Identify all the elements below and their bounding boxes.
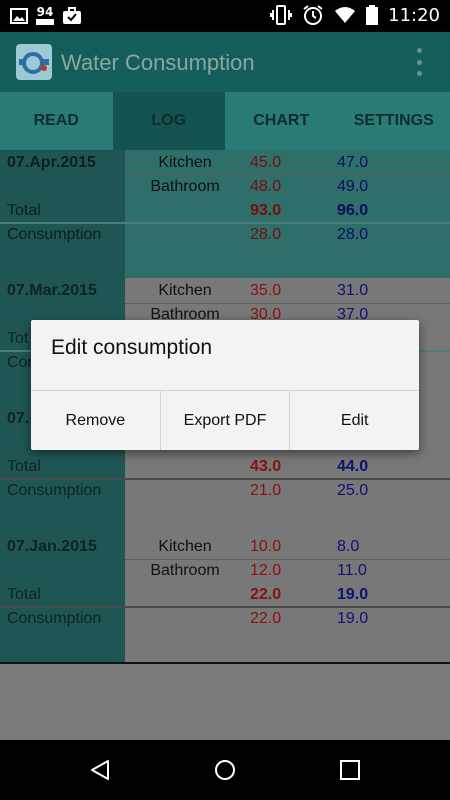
remove-button[interactable]: Remove: [31, 391, 161, 450]
tab-bar: READ LOG CHART SETTINGS: [0, 92, 450, 150]
consumption-value-red: 21.0: [250, 482, 282, 499]
total-value-red: 43.0: [250, 458, 282, 475]
total-value-red: 22.0: [250, 586, 282, 603]
meter-value-blue: 11.0: [337, 562, 367, 579]
total-label: Total: [7, 586, 41, 603]
meter-value-blue: 47.0: [337, 154, 369, 171]
tab-chart[interactable]: CHART: [225, 92, 338, 150]
table-row: 07.Apr.2015 Kitchen 45.0 47.0: [0, 152, 450, 176]
total-label: Total: [7, 202, 41, 219]
consumption-value-blue: 19.0: [337, 610, 369, 627]
table-row: 07.Jan.2015 Kitchen 10.0 8.0: [0, 536, 450, 560]
alarm-icon: [303, 5, 323, 25]
total-value-blue: 96.0: [337, 202, 369, 219]
meter-value-red: 45.0: [250, 154, 282, 171]
table-row: Bathroom 12.0 11.0: [0, 560, 450, 584]
dialog-buttons: Remove Export PDF Edit: [31, 391, 419, 450]
entry-date: 07.Mar.2015: [7, 282, 97, 299]
consumption-row: Consumption 22.0 19.0: [0, 608, 450, 632]
total-row: Total 43.0 44.0: [0, 456, 450, 480]
tab-read[interactable]: READ: [0, 92, 113, 150]
briefcase-icon: [63, 6, 81, 24]
total-value-blue: 19.0: [337, 586, 369, 603]
meter-value-blue: 49.0: [337, 178, 369, 195]
meter-location: Bathroom: [150, 562, 220, 579]
meter-value-blue: 31.0: [337, 282, 369, 299]
status-bar: 94 11:20: [0, 0, 450, 32]
recents-icon[interactable]: [338, 758, 362, 782]
status-left: 94: [10, 6, 82, 25]
total-label: Tot: [7, 330, 29, 347]
water-meter-icon: [16, 44, 52, 80]
total-row: Total 22.0 19.0: [0, 584, 450, 608]
status-time: 11:20: [388, 4, 440, 26]
log-entry[interactable]: 07.Jan.2015 Kitchen 10.0 8.0 Bathroom 12…: [0, 534, 450, 664]
meter-value-blue: 8.0: [337, 538, 360, 555]
meter-value-red: 12.0: [250, 562, 282, 579]
status-right: 11:20: [270, 4, 440, 26]
table-row: Bathroom 48.0 49.0: [0, 176, 450, 200]
battery-saver-icon: 94: [36, 6, 54, 25]
consumption-value-blue: 25.0: [337, 482, 369, 499]
consumption-value-red: 28.0: [250, 226, 282, 243]
tab-log[interactable]: LOG: [112, 92, 225, 150]
back-icon[interactable]: [88, 758, 112, 782]
navigation-bar: [0, 740, 450, 800]
entry-date: 07.Apr.2015: [7, 154, 96, 171]
battery-icon: [366, 5, 379, 25]
entry-date: 07.Jan.2015: [7, 538, 97, 555]
app-title: Water Consumption: [61, 50, 255, 75]
meter-location: Kitchen: [158, 538, 212, 555]
consumption-value-red: 22.0: [250, 610, 282, 627]
edit-button[interactable]: Edit: [290, 391, 419, 450]
dialog-title: Edit consumption: [51, 336, 213, 359]
vibrate-icon: [270, 5, 293, 25]
meter-value-red: 35.0: [250, 282, 282, 299]
consumption-label: Consumption: [7, 226, 102, 243]
consumption-row: Consumption 28.0 28.0: [0, 224, 450, 248]
notification-badge: 94: [36, 5, 54, 19]
meter-location: Kitchen: [158, 154, 212, 171]
total-label: Total: [7, 458, 41, 475]
image-icon: [10, 7, 28, 24]
total-value-blue: 44.0: [337, 458, 369, 475]
wifi-icon: [335, 7, 356, 23]
total-row: Total 93.0 96.0: [0, 200, 450, 224]
table-row: 07.Mar.2015 Kitchen 35.0 31.0: [0, 280, 450, 304]
consumption-value-blue: 28.0: [337, 226, 369, 243]
overflow-menu-icon[interactable]: [416, 48, 422, 76]
consumption-row: Consumption 21.0 25.0: [0, 480, 450, 504]
log-entry[interactable]: 07.Apr.2015 Kitchen 45.0 47.0 Bathroom 4…: [0, 150, 450, 280]
export-pdf-button[interactable]: Export PDF: [161, 391, 291, 450]
consumption-label: Consumption: [7, 610, 102, 627]
consumption-label: Consumption: [7, 482, 102, 499]
meter-value-red: 48.0: [250, 178, 282, 195]
app-bar: Water Consumption: [0, 32, 450, 92]
entry-date: 07.: [7, 410, 30, 427]
tab-settings[interactable]: SETTINGS: [338, 92, 450, 150]
total-value-red: 93.0: [250, 202, 282, 219]
home-icon[interactable]: [213, 758, 237, 782]
meter-value-red: 10.0: [250, 538, 282, 555]
edit-consumption-dialog: Edit consumption Remove Export PDF Edit: [31, 320, 419, 450]
meter-location: Bathroom: [150, 178, 220, 195]
meter-location: Kitchen: [158, 282, 212, 299]
